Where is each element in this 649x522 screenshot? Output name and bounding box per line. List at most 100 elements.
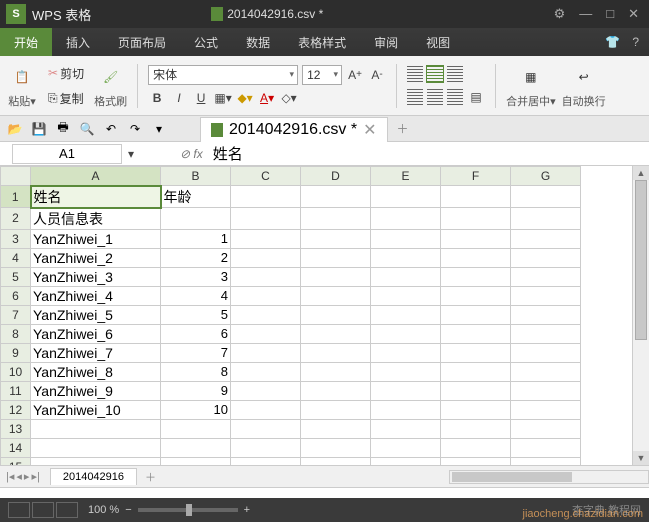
cell[interactable] <box>441 457 511 466</box>
clear-format-button[interactable]: ◇▾ <box>280 89 298 107</box>
minimize-button[interactable]: — <box>579 6 592 22</box>
cell[interactable] <box>371 208 441 230</box>
cell[interactable] <box>161 208 231 230</box>
add-sheet-button[interactable]: ＋ <box>145 469 156 485</box>
cell[interactable] <box>511 186 581 208</box>
cell[interactable] <box>441 438 511 457</box>
cell[interactable] <box>441 305 511 324</box>
tab-view[interactable]: 视图 <box>412 28 464 56</box>
cell[interactable] <box>511 267 581 286</box>
col-header-A[interactable]: A <box>31 167 161 186</box>
close-button[interactable]: ✕ <box>628 6 639 22</box>
cell[interactable]: 姓名 <box>31 186 161 208</box>
cell[interactable] <box>231 438 301 457</box>
increase-font-button[interactable]: A+ <box>346 66 364 84</box>
align-center-button[interactable] <box>427 89 443 105</box>
name-dropdown-icon[interactable]: ▾ <box>122 145 140 163</box>
cell[interactable] <box>31 419 161 438</box>
cell[interactable] <box>371 457 441 466</box>
tab-tablestyle[interactable]: 表格样式 <box>284 28 360 56</box>
sheet-last-icon[interactable]: ▸| <box>31 470 39 483</box>
fx-icon[interactable]: ⊘ fx <box>180 147 203 161</box>
cell[interactable] <box>371 343 441 362</box>
select-all-corner[interactable] <box>1 167 31 186</box>
copy-button[interactable]: ⎘复制 <box>44 88 88 109</box>
cell[interactable] <box>301 457 371 466</box>
cell[interactable] <box>371 400 441 419</box>
cell[interactable] <box>511 343 581 362</box>
row-header[interactable]: 2 <box>1 208 31 230</box>
font-color-button[interactable]: A▾ <box>258 89 276 107</box>
cell[interactable] <box>301 286 371 305</box>
maximize-button[interactable]: □ <box>606 6 614 22</box>
cell[interactable] <box>161 457 231 466</box>
row-header[interactable]: 8 <box>1 324 31 343</box>
col-header-F[interactable]: F <box>441 167 511 186</box>
row-header[interactable]: 9 <box>1 343 31 362</box>
cell[interactable] <box>441 400 511 419</box>
cell[interactable]: 年龄 <box>161 186 231 208</box>
cell[interactable] <box>371 438 441 457</box>
col-header-E[interactable]: E <box>371 167 441 186</box>
cell[interactable] <box>441 419 511 438</box>
scroll-down-icon[interactable]: ▼ <box>633 451 649 465</box>
zoom-slider[interactable] <box>138 508 238 512</box>
cell[interactable] <box>301 229 371 248</box>
cell[interactable] <box>441 381 511 400</box>
merge-group[interactable]: ▦ 合并居中▾ <box>506 63 556 109</box>
align-middle-button[interactable] <box>427 66 443 82</box>
border-button[interactable]: ▦▾ <box>214 89 232 107</box>
skin-icon[interactable]: 👕 <box>605 35 620 49</box>
cell[interactable] <box>231 248 301 267</box>
cell[interactable] <box>231 343 301 362</box>
tab-formula[interactable]: 公式 <box>180 28 232 56</box>
cell[interactable] <box>231 324 301 343</box>
fill-color-button[interactable]: ◆▾ <box>236 89 254 107</box>
cell[interactable] <box>301 362 371 381</box>
cell[interactable] <box>231 186 301 208</box>
cell[interactable] <box>301 419 371 438</box>
cell[interactable] <box>231 305 301 324</box>
cell[interactable] <box>301 324 371 343</box>
cell[interactable] <box>441 343 511 362</box>
cell[interactable] <box>301 208 371 230</box>
row-header[interactable]: 10 <box>1 362 31 381</box>
zoom-thumb[interactable] <box>186 504 192 516</box>
cell[interactable]: YanZhiwei_6 <box>31 324 161 343</box>
sheet-tab-active[interactable]: 2014042916 <box>50 468 137 485</box>
row-header[interactable]: 5 <box>1 267 31 286</box>
cell[interactable] <box>371 324 441 343</box>
cell[interactable] <box>371 229 441 248</box>
cell[interactable] <box>301 186 371 208</box>
scroll-thumb[interactable] <box>635 180 647 340</box>
cell[interactable]: YanZhiwei_8 <box>31 362 161 381</box>
cell[interactable]: YanZhiwei_3 <box>31 267 161 286</box>
undo-icon[interactable]: ↶ <box>102 120 120 138</box>
cell[interactable]: YanZhiwei_9 <box>31 381 161 400</box>
cell[interactable] <box>371 286 441 305</box>
cell[interactable]: 8 <box>161 362 231 381</box>
decrease-font-button[interactable]: A- <box>368 66 386 84</box>
sheet-next-icon[interactable]: ▸ <box>24 470 30 483</box>
cell[interactable]: 4 <box>161 286 231 305</box>
row-header[interactable]: 1 <box>1 186 31 208</box>
row-header[interactable]: 3 <box>1 229 31 248</box>
cell[interactable] <box>301 381 371 400</box>
tab-start[interactable]: 开始 <box>0 28 52 56</box>
col-header-C[interactable]: C <box>231 167 301 186</box>
cell[interactable] <box>161 438 231 457</box>
cell[interactable] <box>441 286 511 305</box>
row-header[interactable]: 13 <box>1 419 31 438</box>
tab-insert[interactable]: 插入 <box>52 28 104 56</box>
open-icon[interactable]: 📂 <box>6 120 24 138</box>
cell[interactable] <box>371 362 441 381</box>
cell[interactable] <box>301 400 371 419</box>
align-right-button[interactable] <box>447 89 463 105</box>
cell[interactable] <box>371 381 441 400</box>
zoom-level[interactable]: 100 % <box>88 504 119 516</box>
tab-review[interactable]: 审阅 <box>360 28 412 56</box>
cell[interactable] <box>511 362 581 381</box>
col-header-B[interactable]: B <box>161 167 231 186</box>
cell[interactable] <box>31 457 161 466</box>
cell[interactable]: 3 <box>161 267 231 286</box>
